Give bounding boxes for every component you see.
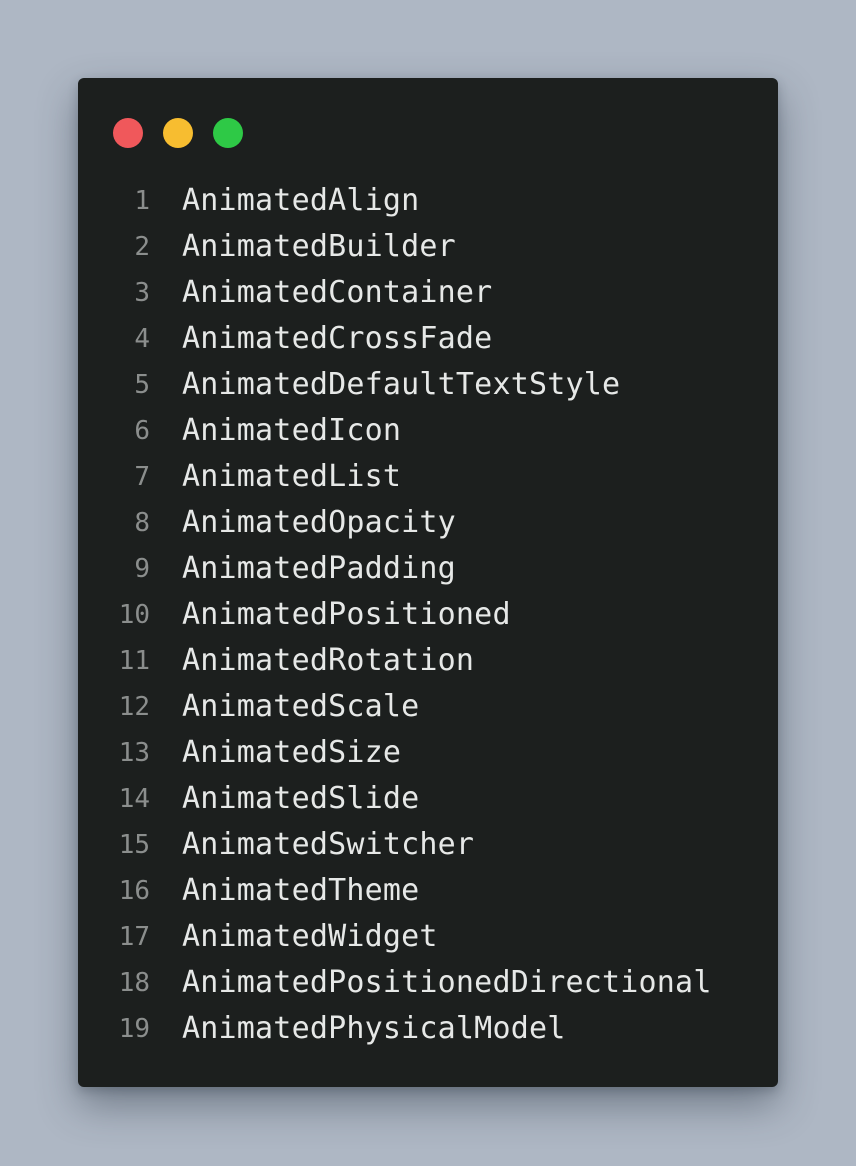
code-text: AnimatedTheme [182, 873, 420, 908]
code-text: AnimatedSwitcher [182, 827, 475, 862]
line-number: 11 [118, 646, 150, 676]
line-number: 9 [134, 554, 150, 584]
code-line: 17 AnimatedWidget [78, 914, 712, 960]
code-line: 8 AnimatedOpacity [78, 500, 712, 546]
line-number: 19 [118, 1014, 150, 1044]
code-line: 19 AnimatedPhysicalModel [78, 1006, 712, 1052]
code-line: 1 AnimatedAlign [78, 178, 712, 224]
code-text: AnimatedPhysicalModel [182, 1011, 566, 1046]
line-number: 1 [134, 186, 150, 216]
maximize-dot-icon[interactable] [213, 118, 243, 148]
line-number: 10 [118, 600, 150, 630]
code-line: 16 AnimatedTheme [78, 868, 712, 914]
code-text: AnimatedAlign [182, 183, 420, 218]
code-text: AnimatedContainer [182, 275, 493, 310]
code-text: AnimatedOpacity [182, 505, 456, 540]
code-text: AnimatedPadding [182, 551, 456, 586]
line-number: 15 [118, 830, 150, 860]
close-dot-icon[interactable] [113, 118, 143, 148]
code-text: AnimatedSize [182, 735, 402, 770]
code-text: AnimatedList [182, 459, 402, 494]
code-line: 5 AnimatedDefaultTextStyle [78, 362, 712, 408]
line-number: 4 [134, 324, 150, 354]
line-number: 14 [118, 784, 150, 814]
code-line: 11 AnimatedRotation [78, 638, 712, 684]
line-number: 7 [134, 462, 150, 492]
code-text: AnimatedPositioned [182, 597, 511, 632]
line-number: 6 [134, 416, 150, 446]
code-text: AnimatedIcon [182, 413, 402, 448]
line-number: 2 [134, 232, 150, 262]
code-line: 3 AnimatedContainer [78, 270, 712, 316]
line-number: 13 [118, 738, 150, 768]
code-line: 14 AnimatedSlide [78, 776, 712, 822]
line-number: 17 [118, 922, 150, 952]
code-window: 1 AnimatedAlign 2 AnimatedBuilder 3 AnimatedC… [78, 78, 778, 1087]
code-line: 12 AnimatedScale [78, 684, 712, 730]
line-number: 5 [134, 370, 150, 400]
line-number: 18 [118, 968, 150, 998]
line-number: 3 [134, 278, 150, 308]
code-line: 13 AnimatedSize [78, 730, 712, 776]
code-text: AnimatedWidget [182, 919, 438, 954]
line-number: 16 [118, 876, 150, 906]
code-text: AnimatedCrossFade [182, 321, 493, 356]
code-text: AnimatedRotation [182, 643, 475, 678]
code-line: 18 AnimatedPositionedDirectional [78, 960, 712, 1006]
code-text: AnimatedDefaultTextStyle [182, 367, 621, 402]
code-text: AnimatedPositionedDirectional [182, 965, 712, 1000]
code-text: AnimatedSlide [182, 781, 420, 816]
line-number: 12 [118, 692, 150, 722]
code-line: 4 AnimatedCrossFade [78, 316, 712, 362]
code-listing: 1 AnimatedAlign 2 AnimatedBuilder 3 AnimatedC… [78, 178, 712, 1052]
code-text: AnimatedScale [182, 689, 420, 724]
code-line: 2 AnimatedBuilder [78, 224, 712, 270]
code-line: 15 AnimatedSwitcher [78, 822, 712, 868]
code-text: AnimatedBuilder [182, 229, 456, 264]
code-line: 7 AnimatedList [78, 454, 712, 500]
code-line: 9 AnimatedPadding [78, 546, 712, 592]
minimize-dot-icon[interactable] [163, 118, 193, 148]
code-line: 10 AnimatedPositioned [78, 592, 712, 638]
window-controls [113, 118, 243, 148]
line-number: 8 [134, 508, 150, 538]
code-line: 6 AnimatedIcon [78, 408, 712, 454]
